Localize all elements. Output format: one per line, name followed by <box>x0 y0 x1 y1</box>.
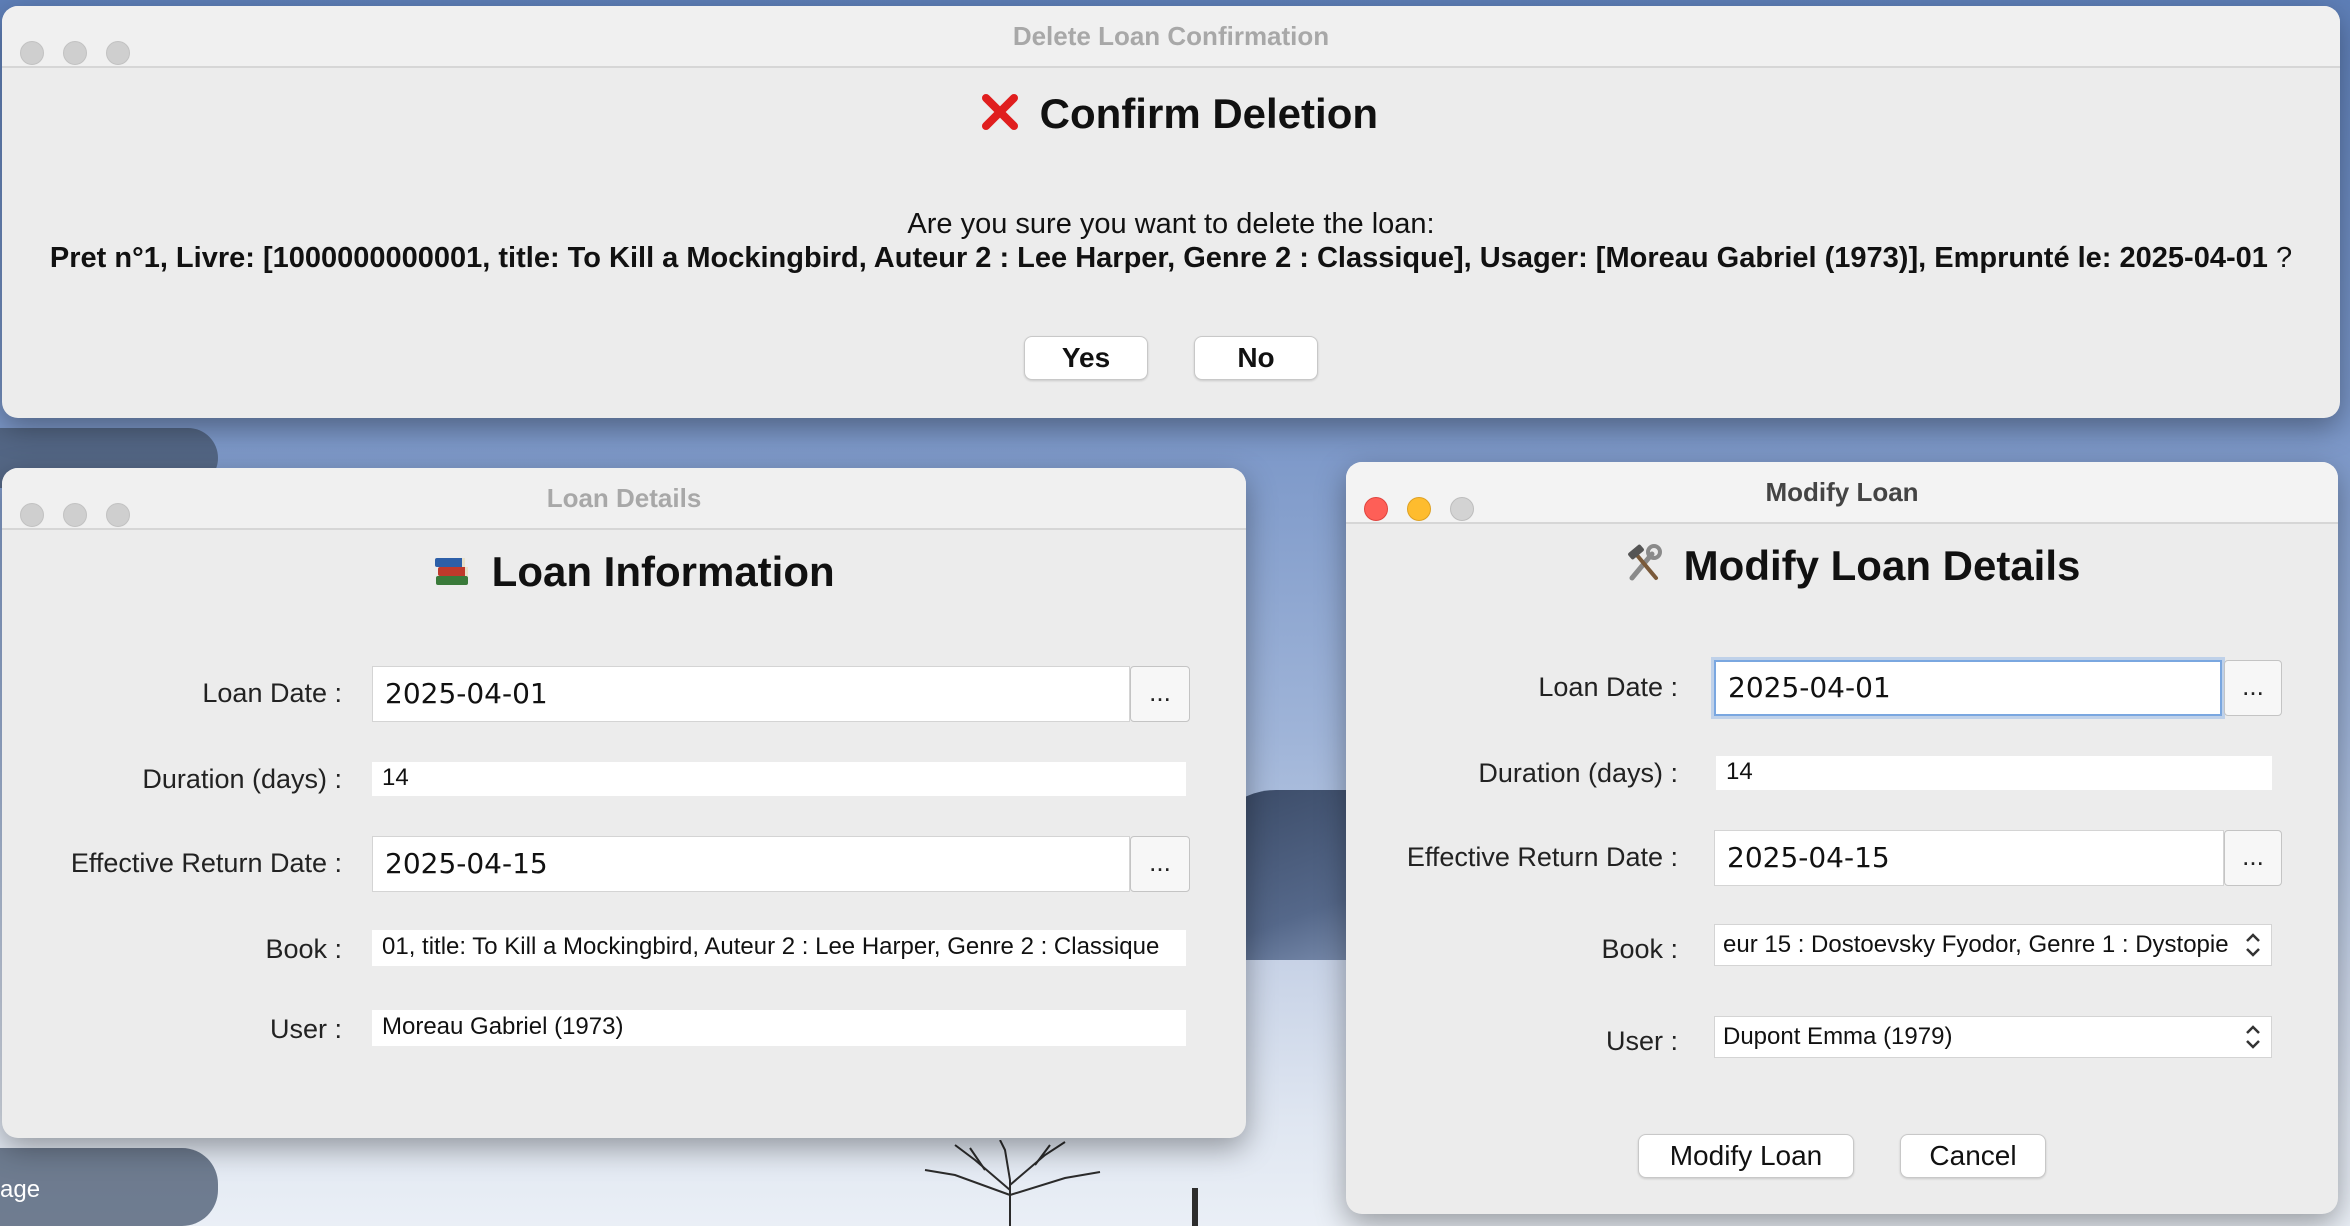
minimize-button[interactable] <box>63 503 88 527</box>
loan-date-input[interactable]: 2025-04-01 <box>1714 660 2222 716</box>
confirm-deletion-heading: Confirm Deletion <box>980 90 1378 138</box>
question-mark: ? <box>2275 242 2293 274</box>
loan-description: Pret n°1, Livre: [1000000000001, title: … <box>49 242 2268 274</box>
zoom-button[interactable] <box>106 503 131 527</box>
modify-loan-titlebar[interactable]: Modify Loan <box>1346 462 2338 524</box>
duration-input[interactable]: 14 <box>1716 756 2272 790</box>
return-date-label: Effective Return Date : <box>70 848 342 878</box>
user-select[interactable]: Dupont Emma (1979) <box>1714 1016 2272 1058</box>
book-field[interactable]: 01, title: To Kill a Mockingbird, Auteur… <box>372 930 1186 966</box>
return-date-picker-button[interactable]: ... <box>1130 836 1190 892</box>
window-controls <box>20 488 142 548</box>
duration-field[interactable]: 14 <box>372 762 1186 796</box>
book-label: Book : <box>265 934 342 964</box>
heading-text: Loan Information <box>491 548 835 595</box>
close-button[interactable] <box>1364 497 1388 521</box>
loan-details-window: Loan Details Loan Information Loan Date … <box>2 468 1246 1138</box>
cross-mark-icon <box>980 90 1032 137</box>
loan-date-picker-button[interactable]: ... <box>1130 666 1190 722</box>
chevron-up-down-icon <box>2241 929 2265 961</box>
loan-date-label: Loan Date : <box>1538 672 1678 702</box>
yes-button[interactable]: Yes <box>1024 336 1148 380</box>
chevron-up-down-icon <box>2241 1021 2265 1053</box>
loan-date-picker-button[interactable]: ... <box>2224 660 2282 716</box>
return-date-field[interactable]: 2025-04-15 <box>372 836 1130 892</box>
user-label: User : <box>1605 1026 1678 1056</box>
book-select-value: eur 15 : Dostoevsky Fyodor, Genre 1 : Dy… <box>1723 931 2229 958</box>
duration-label: Duration (days) : <box>1478 758 1678 788</box>
heading-text: Modify Loan Details <box>1683 542 2081 589</box>
minimize-button[interactable] <box>63 41 88 65</box>
delete-dialog-titlebar[interactable]: Delete Loan Confirmation <box>2 6 2340 68</box>
zoom-button[interactable] <box>1450 497 1475 521</box>
dock-label: age <box>0 1176 41 1203</box>
cancel-button[interactable]: Cancel <box>1900 1134 2046 1178</box>
no-button[interactable]: No <box>1194 336 1318 380</box>
loan-information-heading: Loan Information <box>432 548 835 596</box>
duration-label: Duration (days) : <box>142 764 342 794</box>
background-pole <box>1192 1188 1198 1226</box>
loan-date-label: Loan Date : <box>202 678 342 708</box>
return-date-label: Effective Return Date : <box>1406 842 1678 872</box>
window-controls <box>20 26 142 86</box>
book-select[interactable]: eur 15 : Dostoevsky Fyodor, Genre 1 : Dy… <box>1714 924 2272 966</box>
loan-date-field[interactable]: 2025-04-01 <box>372 666 1130 722</box>
hammer-wrench-icon <box>1624 542 1676 589</box>
return-date-picker-button[interactable]: ... <box>2224 830 2282 886</box>
loan-details-titlebar[interactable]: Loan Details <box>2 468 1246 530</box>
window-title: Delete Loan Confirmation <box>1012 21 1330 51</box>
user-label: User : <box>269 1014 342 1044</box>
delete-loan-line: Pret n°1, Livre: [1000000000001, title: … <box>2 242 2340 275</box>
close-button[interactable] <box>20 41 44 65</box>
heading-text: Confirm Deletion <box>1039 90 1379 137</box>
delete-confirmation-dialog: Delete Loan Confirmation Confirm Deletio… <box>2 6 2340 418</box>
window-controls <box>1364 482 1486 542</box>
window-title: Loan Details <box>546 483 702 513</box>
background-tree <box>924 1140 1101 1226</box>
close-button[interactable] <box>20 503 44 527</box>
modify-loan-heading: Modify Loan Details <box>1624 542 2080 590</box>
window-title: Modify Loan <box>1765 477 1919 507</box>
minimize-button[interactable] <box>1407 497 1432 521</box>
modify-loan-window: Modify Loan Modify Loan Details Loan Dat… <box>1346 462 2338 1214</box>
books-icon <box>432 548 484 595</box>
user-field[interactable]: Moreau Gabriel (1973) <box>372 1010 1186 1046</box>
delete-question: Are you sure you want to delete the loan… <box>907 208 1435 240</box>
zoom-button[interactable] <box>106 41 131 65</box>
user-select-value: Dupont Emma (1979) <box>1723 1023 1953 1050</box>
book-label: Book : <box>1601 934 1678 964</box>
return-date-input[interactable]: 2025-04-15 <box>1714 830 2224 886</box>
modify-loan-button[interactable]: Modify Loan <box>1638 1134 1854 1178</box>
